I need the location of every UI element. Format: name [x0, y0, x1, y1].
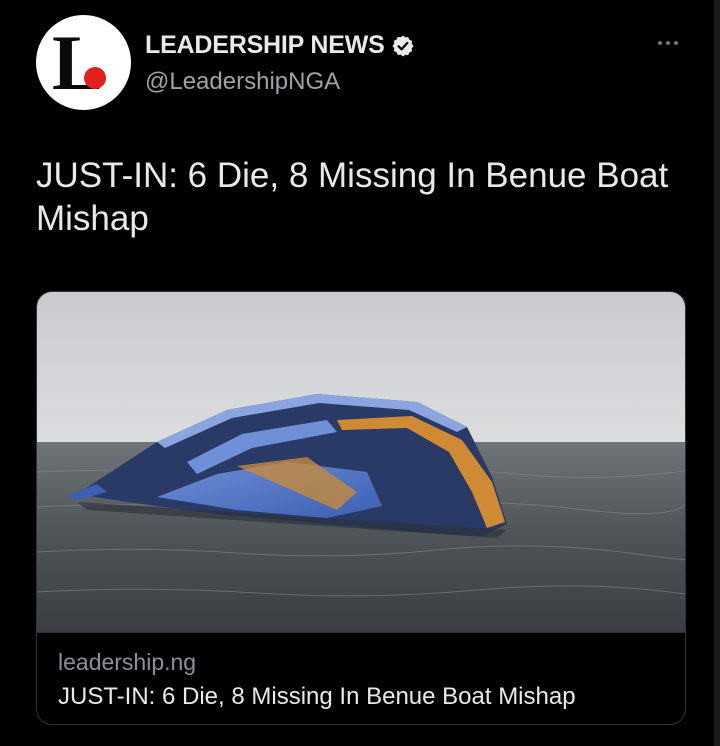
- tweet-text: JUST-IN: 6 Die, 8 Missing In Benue Boat …: [36, 156, 669, 238]
- link-card[interactable]: leadership.ng JUST-IN: 6 Die, 8 Missing …: [36, 291, 686, 725]
- card-domain: leadership.ng: [58, 649, 197, 675]
- avatar[interactable]: L: [36, 15, 131, 110]
- name-row: LEADERSHIP NEWS: [145, 31, 415, 60]
- account-handle[interactable]: @LeadershipNGA: [145, 68, 340, 96]
- logo-red-dot: [84, 67, 106, 89]
- tweet-header: L LEADERSHIP NEWS @LeadershipNGA: [36, 15, 696, 111]
- scroll-edge: [714, 0, 720, 746]
- card-footer: leadership.ng JUST-IN: 6 Die, 8 Missing …: [37, 632, 685, 724]
- more-options-icon[interactable]: [658, 41, 678, 45]
- verified-badge-icon: [392, 35, 414, 56]
- card-title: JUST-IN: 6 Die, 8 Missing In Benue Boat …: [58, 683, 576, 710]
- display-name[interactable]: LEADERSHIP NEWS: [145, 31, 385, 60]
- more-dot: [674, 41, 678, 45]
- leadership-logo-icon: L: [52, 19, 105, 106]
- capsized-boat-photo: [37, 292, 685, 632]
- more-dot: [666, 41, 670, 45]
- more-dot: [658, 41, 662, 45]
